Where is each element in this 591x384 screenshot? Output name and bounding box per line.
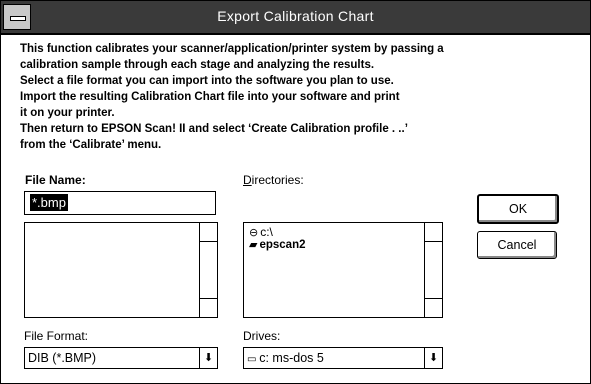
title-bar: Export Calibration Chart xyxy=(1,1,590,35)
cancel-button[interactable]: Cancel xyxy=(477,231,557,259)
export-calibration-dialog: Export Calibration Chart This function c… xyxy=(0,0,591,384)
description-line: from the ‘Calibrate’ menu. xyxy=(20,139,162,151)
directories-label-text: irectories: xyxy=(251,173,304,187)
description-line: Then return to EPSON Scan! II and select… xyxy=(20,123,408,135)
drive-name: c: ms-dos 5 xyxy=(259,351,324,365)
description: This function calibrates your scanner/ap… xyxy=(20,41,580,153)
file-format-label: File Format: xyxy=(24,329,89,343)
directory-name: c:\ xyxy=(260,225,273,239)
drives-label: Drives: xyxy=(243,329,281,343)
file-name-label: File Name: xyxy=(25,173,86,187)
directory-item-epscan2[interactable]: ▰ epscan2 xyxy=(249,238,306,251)
dropdown-arrow-icon[interactable]: ⬇ xyxy=(424,348,442,368)
description-line: it on your printer. xyxy=(20,107,115,119)
description-line: Import the resulting Calibration Chart f… xyxy=(20,91,400,103)
file-name-input[interactable]: *.bmp xyxy=(24,191,216,215)
drives-value: ▭ c: ms-dos 5 xyxy=(247,351,324,365)
directory-list-scrollbar[interactable] xyxy=(424,223,442,317)
file-list-scrollbar[interactable] xyxy=(199,223,217,317)
folder-icon: ▰ xyxy=(249,239,258,251)
drives-select[interactable]: ▭ c: ms-dos 5 ⬇ xyxy=(243,347,443,369)
drive-icon: ▭ xyxy=(247,354,260,365)
directory-list[interactable]: ⊖ c:\ ▰ epscan2 xyxy=(243,222,443,318)
directories-label: Directories: xyxy=(243,173,304,187)
ok-button[interactable]: OK xyxy=(477,194,559,224)
file-format-select[interactable]: DIB (*.BMP) ⬇ xyxy=(24,347,218,369)
dropdown-arrow-icon[interactable]: ⬇ xyxy=(199,348,217,368)
description-line: This function calibrates your scanner/ap… xyxy=(20,43,444,55)
description-line: Select a file format you can import into… xyxy=(20,75,394,87)
directory-item-root[interactable]: ⊖ c:\ xyxy=(249,225,273,239)
file-format-value: DIB (*.BMP) xyxy=(28,351,97,365)
file-name-value: *.bmp xyxy=(30,194,68,211)
window-title: Export Calibration Chart xyxy=(217,8,374,24)
directory-name: epscan2 xyxy=(259,239,306,251)
description-line: calibration sample through each stage an… xyxy=(20,59,375,71)
file-list[interactable] xyxy=(24,222,218,318)
